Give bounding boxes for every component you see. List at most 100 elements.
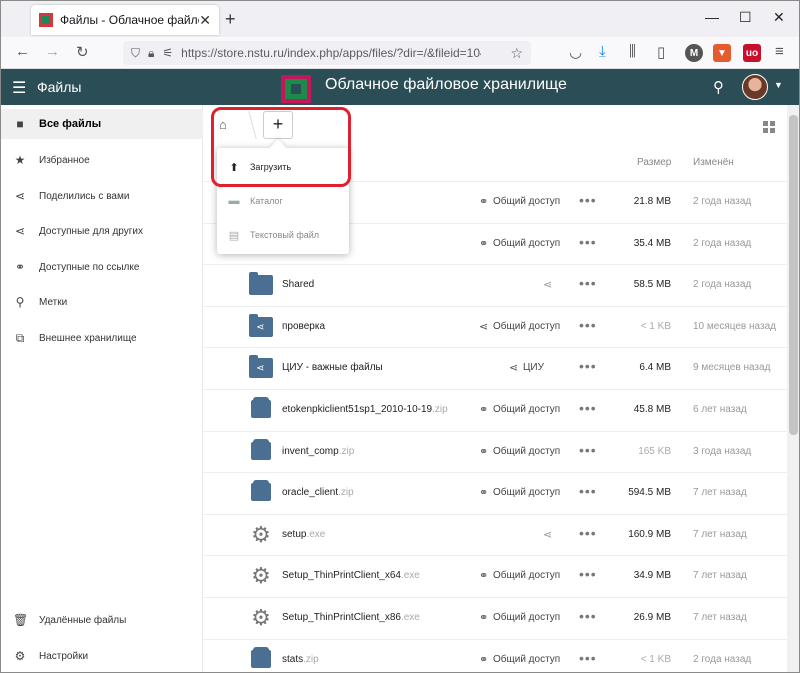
table-row[interactable]: etokenpkiclient51sp1_2010-10-19.zip ⚭ Общи…: [203, 389, 787, 430]
table-row[interactable]: ⚙ Setup_ThinPrintClient_x64.exe ⚭ Общий дос…: [203, 555, 787, 596]
maximize-icon[interactable]: ☐: [739, 9, 752, 26]
library-icon[interactable]: ⫼: [629, 43, 636, 60]
file-name[interactable]: Setup_ThinPrintClient_x64.exe: [282, 570, 420, 581]
file-name[interactable]: etokenpkiclient51sp1_2010-10-19.zip: [282, 404, 448, 415]
more-actions-icon[interactable]: •••: [579, 608, 597, 624]
executable-icon: ⚙: [251, 605, 271, 630]
share-status-button[interactable]: Общий доступ: [493, 196, 560, 207]
permissions-icon[interactable]: ⚟: [162, 46, 173, 60]
hamburger-menu-icon[interactable]: ☰: [12, 78, 26, 98]
extension-m-icon[interactable]: M: [685, 44, 703, 62]
minimize-icon[interactable]: —: [705, 9, 719, 25]
file-name[interactable]: проверка: [282, 321, 325, 332]
share-status-button[interactable]: Общий доступ: [493, 238, 560, 249]
sidebar-item-favorites[interactable]: ★ Избранное: [1, 145, 203, 175]
scrollbar-thumb[interactable]: [789, 115, 798, 435]
more-actions-icon[interactable]: •••: [579, 317, 597, 333]
share-icon: ⋖: [479, 320, 489, 333]
file-name[interactable]: invent_comp.zip: [282, 446, 354, 457]
table-row[interactable]: stats.zip ⚭ Общий доступ ••• < 1 KB 2 года на…: [203, 638, 787, 672]
more-actions-icon[interactable]: •••: [579, 650, 597, 666]
link-icon: ⚭: [479, 445, 489, 458]
file-name[interactable]: Setup_ThinPrintClient_x86.exe: [282, 612, 420, 623]
sidebar-item-shared-with-you[interactable]: ⋖ Поделились с вами: [1, 181, 203, 211]
share-status-button[interactable]: Общий доступ: [493, 654, 560, 665]
downloads-icon[interactable]: ⤓: [599, 43, 606, 60]
search-icon[interactable]: ⚲: [713, 78, 724, 96]
share-status-button[interactable]: Общий доступ: [493, 570, 560, 581]
address-bar[interactable]: ⛉ 🔒︎ ⚟ https://store.nstu.ru/index.php/a…: [123, 41, 531, 65]
table-row[interactable]: ⋖ ЦИУ - важные файлы ⋖ ЦИУ ••• 6.4 MB 9 месяце…: [203, 347, 787, 388]
shield-icon[interactable]: ⛉: [131, 46, 140, 61]
file-name[interactable]: Shared: [282, 279, 314, 290]
bookmark-star-icon[interactable]: ☆: [510, 45, 523, 62]
table-row[interactable]: invent_comp.zip ⚭ Общий доступ ••• 165 KB 3 г…: [203, 430, 787, 472]
new-tab-icon[interactable]: +: [225, 9, 236, 30]
sidebar-item-external-storage[interactable]: ⧉ Внешнее хранилище: [1, 323, 203, 353]
more-actions-icon[interactable]: •••: [579, 400, 597, 416]
close-window-icon[interactable]: ✕: [773, 9, 785, 26]
sidebar-item-shared-by-link[interactable]: ⚭ Доступные по ссылке: [1, 252, 203, 282]
forward-icon[interactable]: →: [45, 43, 60, 60]
lock-icon[interactable]: 🔒︎: [148, 46, 154, 61]
share-icon[interactable]: ⋖: [543, 528, 552, 541]
url-text[interactable]: https://store.nstu.ru/index.php/apps/fil…: [181, 46, 481, 60]
share-status-button[interactable]: Общий доступ: [493, 487, 560, 498]
back-icon[interactable]: ←: [15, 43, 30, 60]
file-size: 34.9 MB: [633, 570, 671, 582]
browser-tab[interactable]: Файлы - Облачное файловое ✕: [31, 5, 219, 35]
app-menu-icon[interactable]: ≡: [775, 43, 784, 60]
file-modified: 7 лет назад: [693, 570, 747, 582]
more-actions-icon[interactable]: •••: [579, 192, 597, 208]
reload-icon[interactable]: ↻: [76, 43, 89, 61]
share-status-button[interactable]: Общий доступ: [493, 321, 560, 332]
cloud-logo-icon[interactable]: [281, 75, 311, 103]
more-actions-icon[interactable]: •••: [579, 483, 597, 499]
share-icon[interactable]: ⋖: [543, 278, 552, 291]
pocket-icon[interactable]: ◡: [569, 43, 582, 61]
extension-shield-icon[interactable]: ▼: [713, 44, 731, 62]
column-header-size[interactable]: Размер: [637, 157, 671, 168]
grid-view-icon[interactable]: [763, 121, 775, 133]
more-actions-icon[interactable]: •••: [579, 442, 597, 458]
executable-icon: ⚙: [251, 521, 271, 547]
file-name[interactable]: stats.zip: [282, 654, 319, 665]
table-row[interactable]: oracle_client.zip ⚭ Общий доступ ••• 594.5 M…: [203, 472, 787, 513]
table-row[interactable]: ⋖ проверка ⋖ Общий доступ ••• < 1 KB 10 месяце…: [203, 305, 787, 347]
share-status-button[interactable]: Общий доступ: [493, 446, 560, 457]
sidebar-item-settings[interactable]: ⚙ Настройки: [1, 641, 203, 671]
avatar[interactable]: [742, 74, 768, 100]
share-status-button[interactable]: Общий доступ: [493, 404, 560, 415]
file-basename: setup: [282, 528, 307, 540]
menu-item-folder[interactable]: ▬ Каталог: [217, 186, 349, 216]
file-basename: etokenpkiclient51sp1_2010-10-19: [282, 404, 433, 415]
folder-icon: [249, 272, 273, 296]
file-name[interactable]: ЦИУ - важные файлы: [282, 362, 383, 373]
share-status-button[interactable]: ЦИУ: [523, 362, 544, 373]
column-header-modified[interactable]: Изменён: [693, 157, 734, 168]
scrollbar[interactable]: [787, 105, 799, 672]
more-actions-icon[interactable]: •••: [579, 234, 597, 250]
sidebar-item-tags[interactable]: ⚲ Метки: [1, 287, 203, 317]
sidebar-toggle-icon[interactable]: ▯: [657, 43, 665, 61]
sidebar-item-shared-with-others[interactable]: ⋖ Доступные для других: [1, 216, 203, 246]
file-name[interactable]: oracle_client.zip: [282, 487, 354, 498]
app-name[interactable]: Файлы: [37, 79, 81, 95]
table-row[interactable]: ⚙ setup.exe ⋖ ••• 160.9 MB 7 лет назад: [203, 513, 787, 555]
caret-down-icon[interactable]: ▼: [774, 80, 783, 90]
sidebar-item-all-files[interactable]: ■ Все файлы: [1, 109, 203, 139]
text-file-icon: ▤: [228, 229, 240, 242]
menu-item-text-file[interactable]: ▤ Текстовый файл: [217, 220, 349, 250]
more-actions-icon[interactable]: •••: [579, 566, 597, 582]
table-row[interactable]: ⚙ Setup_ThinPrintClient_x86.exe ⚭ Общий дос…: [203, 597, 787, 638]
more-actions-icon[interactable]: •••: [579, 525, 597, 541]
share-status-button[interactable]: Общий доступ: [493, 612, 560, 623]
more-actions-icon[interactable]: •••: [579, 275, 597, 291]
link-icon: ⚭: [479, 612, 489, 624]
more-actions-icon[interactable]: •••: [579, 358, 597, 374]
sidebar-item-deleted-files[interactable]: 🗑 Удалённые файлы: [1, 605, 203, 635]
file-name[interactable]: setup.exe: [282, 529, 325, 540]
table-row[interactable]: Shared ⋖ ••• 58.5 MB 2 года назад: [203, 264, 787, 305]
close-tab-icon[interactable]: ✕: [199, 12, 211, 29]
ublock-icon[interactable]: uo: [743, 44, 761, 62]
